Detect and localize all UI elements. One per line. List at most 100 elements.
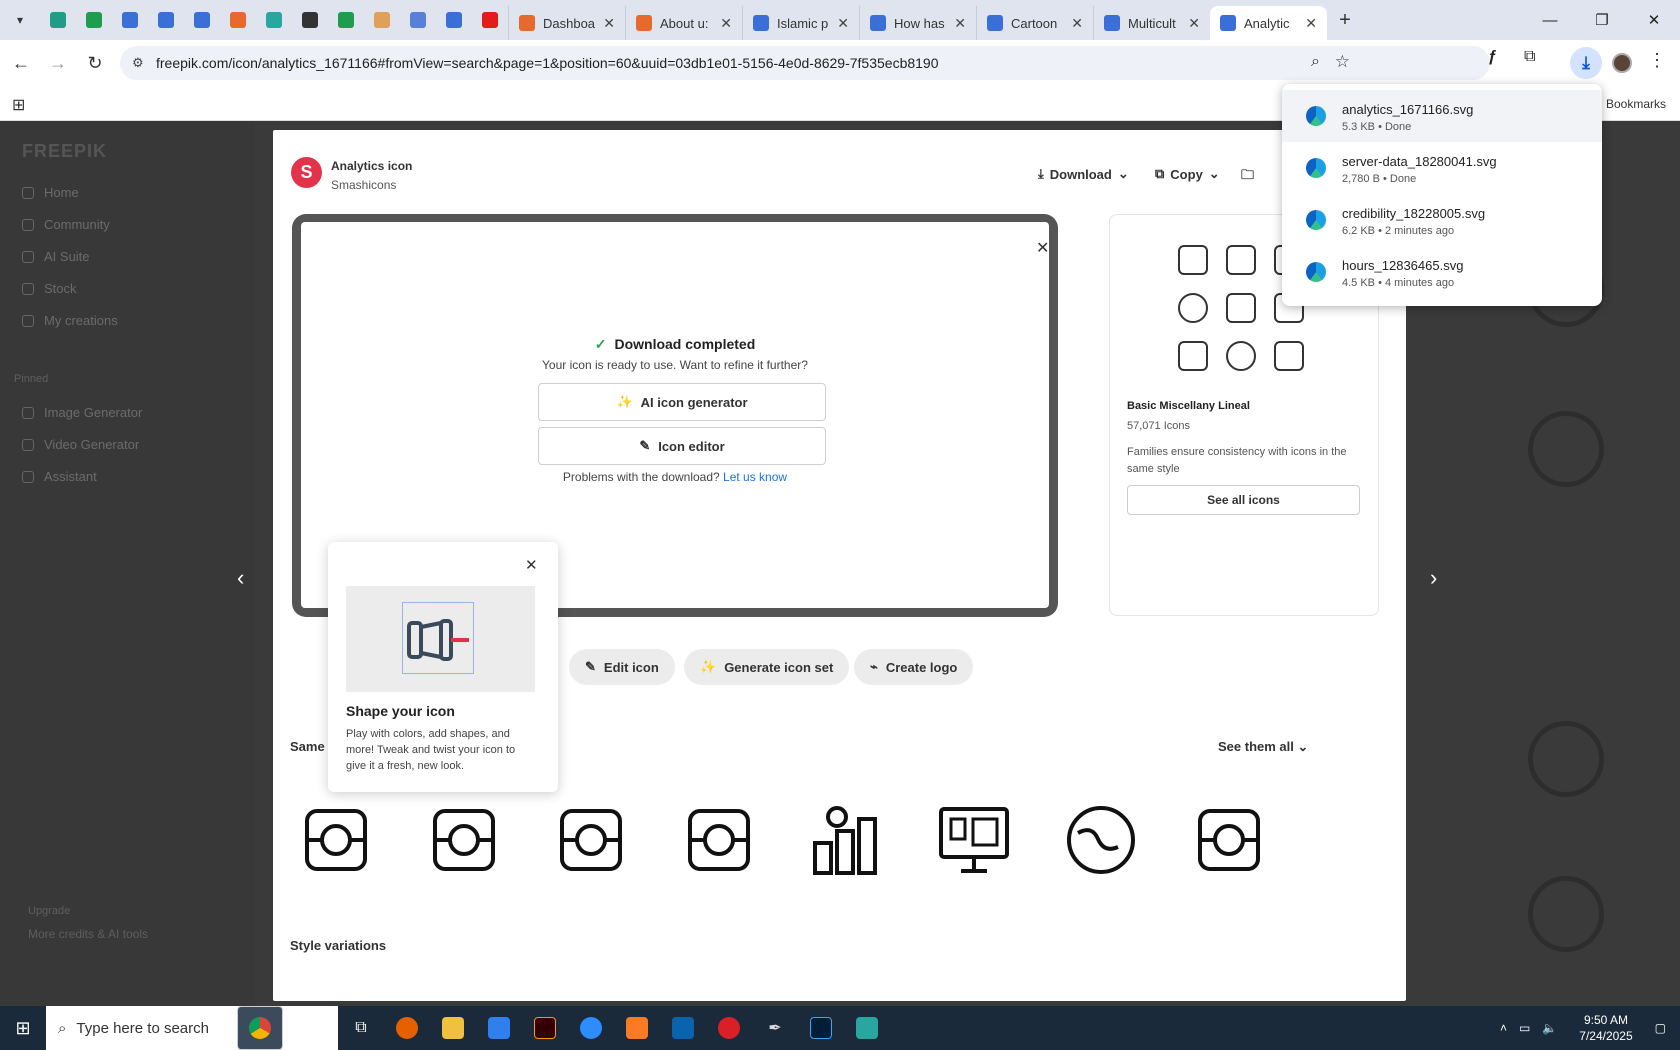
create-logo-button[interactable]: ⌁ Create logo <box>854 649 974 685</box>
copy-button[interactable]: ⧉ Copy ⌄ <box>1155 166 1220 182</box>
pinned-tab[interactable] <box>112 0 148 40</box>
sidebar-item-stock[interactable]: Stock <box>22 281 77 296</box>
close-tab-icon[interactable]: ✕ <box>1305 15 1317 32</box>
sidebar-item-my-creations[interactable]: My creations <box>22 313 118 328</box>
start-button[interactable]: ⊞ <box>0 1018 46 1039</box>
creative-cloud-taskbar-icon[interactable] <box>706 1006 752 1050</box>
close-tab-icon[interactable]: ✕ <box>1071 15 1083 32</box>
volume-icon[interactable]: 🔈 <box>1542 1021 1557 1035</box>
xampp-taskbar-icon[interactable] <box>614 1006 660 1050</box>
close-tab-icon[interactable]: ✕ <box>603 15 615 32</box>
sidebar-item-assistant[interactable]: Assistant <box>22 469 97 484</box>
download-item[interactable]: server-data_18280041.svg 2,780 B • Done <box>1282 142 1602 194</box>
browser-tab[interactable]: Cartoon ✕ <box>976 6 1093 40</box>
browser-tab[interactable]: About u: ✕ <box>625 6 742 40</box>
chevron-up-icon[interactable]: ˄ <box>1500 1021 1507 1035</box>
chrome-taskbar-icon[interactable] <box>237 1006 283 1050</box>
downloads-button[interactable]: ⤓ <box>1570 47 1602 79</box>
author-avatar[interactable]: S <box>291 157 322 188</box>
close-tab-icon[interactable]: ✕ <box>954 15 966 32</box>
pen-tool-taskbar-icon[interactable]: ✒ <box>752 1006 798 1050</box>
taskbar-search[interactable]: ⌕ Type here to search <box>46 1006 338 1050</box>
browser-tab[interactable]: Islamic p ✕ <box>742 6 859 40</box>
download-item[interactable]: credibility_18228005.svg 6.2 KB • 2 minut… <box>1282 194 1602 246</box>
apps-grid-icon[interactable]: ⊞ <box>12 95 25 115</box>
pinned-tab[interactable] <box>220 0 256 40</box>
address-bar[interactable]: ⚙ freepik.com/icon/analytics_1671166#fro… <box>120 46 1490 80</box>
zoom-icon[interactable]: ⌕ <box>1311 53 1320 71</box>
pinned-tab[interactable] <box>40 0 76 40</box>
browser-tab[interactable]: Multicult ✕ <box>1093 6 1210 40</box>
extensions-icon[interactable]: ⧉ <box>1524 48 1535 66</box>
download-button[interactable]: ⤓ Download ⌄ <box>1038 166 1129 182</box>
freepik-logo[interactable]: FREEPIK <box>22 141 107 162</box>
font-extension-icon[interactable]: ƒ <box>1488 48 1497 66</box>
pinned-tab[interactable] <box>76 0 112 40</box>
related-icon-network-chip-icon[interactable] <box>299 803 373 877</box>
browser-tab[interactable]: Analytic ✕ <box>1210 6 1327 40</box>
ai-icon-generator-button[interactable]: ✨ AI icon generator <box>538 383 826 421</box>
close-icon[interactable]: ✕ <box>1036 238 1049 258</box>
close-tab-icon[interactable]: ✕ <box>720 15 732 32</box>
browser-tab[interactable]: Dashboa ✕ <box>508 6 625 40</box>
close-icon[interactable]: ✕ <box>525 556 538 574</box>
site-info-icon[interactable]: ⚙ <box>132 55 144 71</box>
forward-button[interactable]: → <box>42 48 74 80</box>
tab-search-button[interactable]: ▾ <box>0 0 40 40</box>
clock[interactable]: 9:50 AM 7/24/2025 <box>1579 1012 1632 1044</box>
next-icon-arrow[interactable]: › <box>1430 565 1437 591</box>
pinned-tab[interactable] <box>256 0 292 40</box>
pinned-tab[interactable] <box>184 0 220 40</box>
file-explorer-taskbar-icon[interactable] <box>430 1006 476 1050</box>
let-us-know-link[interactable]: Let us know <box>723 470 787 484</box>
firefox-taskbar-icon[interactable] <box>384 1006 430 1050</box>
pinned-tab[interactable] <box>292 0 328 40</box>
new-tab-button[interactable]: + <box>1327 9 1363 32</box>
app-taskbar-icon[interactable] <box>844 1006 890 1050</box>
network-icon[interactable]: ▭ <box>1519 1021 1530 1035</box>
generate-icon-set-button[interactable]: ✨ Generate icon set <box>684 649 850 685</box>
close-tab-icon[interactable]: ✕ <box>837 15 849 32</box>
pinned-tab[interactable] <box>364 0 400 40</box>
profile-avatar[interactable] <box>1612 53 1632 73</box>
close-window-button[interactable]: ✕ <box>1628 0 1680 40</box>
previous-icon-arrow[interactable]: ‹ <box>237 565 244 591</box>
related-icon-globe-icon[interactable] <box>1064 803 1138 877</box>
related-icon-wind-icon[interactable] <box>682 803 756 877</box>
illustrator-taskbar-icon[interactable] <box>522 1006 568 1050</box>
minimize-button[interactable]: — <box>1524 0 1576 40</box>
pinned-tab[interactable] <box>400 0 436 40</box>
menu-icon[interactable]: ⋮ <box>1648 50 1666 71</box>
related-icon-infographic-icon[interactable] <box>1192 803 1266 877</box>
pinned-tab[interactable] <box>148 0 184 40</box>
notifications-icon[interactable]: ▢ <box>1655 1021 1666 1035</box>
reload-button[interactable]: ↻ <box>79 48 111 80</box>
pinned-tab[interactable] <box>472 0 508 40</box>
related-icon-growth-chart-icon[interactable] <box>809 803 883 877</box>
task-view-button[interactable]: ⧉ <box>338 1006 384 1050</box>
pinned-tab[interactable] <box>328 0 364 40</box>
see-them-all-link[interactable]: See them all ⌄ <box>1218 739 1308 755</box>
zoom-taskbar-icon[interactable] <box>568 1006 614 1050</box>
close-tab-icon[interactable]: ✕ <box>1188 15 1200 32</box>
browser-tab[interactable]: How has ✕ <box>859 6 976 40</box>
sidebar-item-video-generator[interactable]: Video Generator <box>22 437 139 452</box>
vscode-taskbar-icon[interactable] <box>476 1006 522 1050</box>
edit-icon-button[interactable]: ✎ Edit icon <box>569 649 675 685</box>
see-all-icons-button[interactable]: See all icons <box>1127 485 1360 515</box>
back-button[interactable]: ← <box>5 48 37 80</box>
sidebar-item-community[interactable]: Community <box>22 217 110 232</box>
download-item[interactable]: hours_12836465.svg 4.5 KB • 4 minutes ago <box>1282 246 1602 298</box>
related-icon-security-shield-icon[interactable] <box>554 803 628 877</box>
pinned-tab[interactable] <box>436 0 472 40</box>
add-to-collection-button[interactable]: 🗀 <box>1241 166 1254 188</box>
restore-button[interactable]: ❐ <box>1576 0 1628 40</box>
sidebar-item-ai-suite[interactable]: AI Suite <box>22 249 90 264</box>
sidebar-item-image-generator[interactable]: Image Generator <box>22 405 142 420</box>
related-icon-dashboard-monitor-icon[interactable] <box>937 803 1011 877</box>
author-name[interactable]: Smashicons <box>331 178 396 192</box>
download-item[interactable]: analytics_1671166.svg 5.3 KB • Done <box>1282 90 1602 142</box>
icon-editor-button[interactable]: ✎ Icon editor <box>538 427 826 465</box>
related-icon-search-analysis-icon[interactable] <box>427 803 501 877</box>
photoshop-taskbar-icon[interactable] <box>798 1006 844 1050</box>
